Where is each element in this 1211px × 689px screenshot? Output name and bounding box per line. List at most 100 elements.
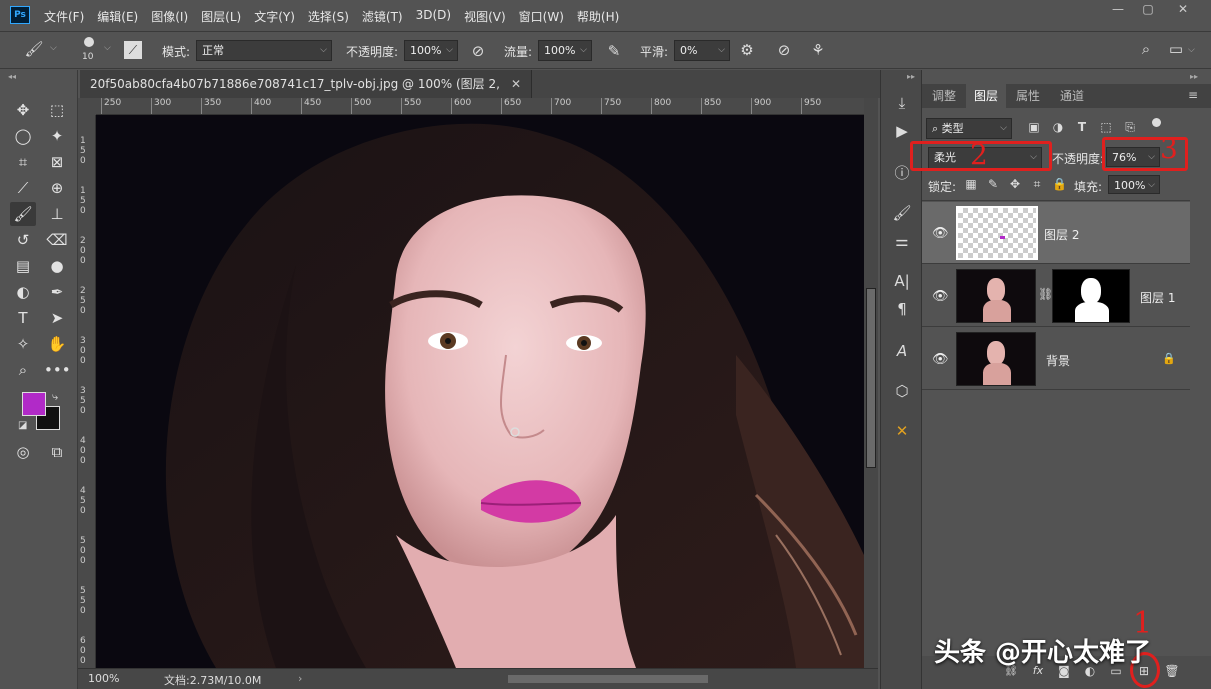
layer-row[interactable]: 👁 背景 🔒 xyxy=(922,328,1190,390)
smooth-input[interactable]: 0% ⌵ xyxy=(674,40,730,61)
layer-row[interactable]: 👁 ⛓ 图层 1 xyxy=(922,265,1190,327)
glyphs-panel-icon[interactable]: A xyxy=(891,342,913,360)
menu-layer[interactable]: 图层(L) xyxy=(201,8,241,25)
blur-tool-icon[interactable]: ● xyxy=(44,254,70,278)
actions-panel-icon[interactable]: ▶ xyxy=(891,122,913,140)
adjustments-sliders-icon[interactable]: ⚌ xyxy=(891,232,913,250)
screen-mode-icon[interactable]: ⧉ xyxy=(44,440,70,464)
horizontal-scroll-thumb[interactable] xyxy=(508,675,708,683)
pressure-opacity-icon[interactable]: ⊘ xyxy=(468,42,488,60)
menu-select[interactable]: 选择(S) xyxy=(308,8,349,25)
vertical-scrollbar[interactable] xyxy=(864,98,878,668)
menu-file[interactable]: 文件(F) xyxy=(44,8,84,25)
character-panel-icon[interactable]: A| xyxy=(891,272,913,290)
lasso-tool-icon[interactable]: ◯ xyxy=(10,124,36,148)
default-colors-icon[interactable]: ◪ xyxy=(18,420,27,431)
filter-smart-object-icon[interactable]: ⎘ xyxy=(1122,120,1138,135)
layer-name[interactable]: 图层 2 xyxy=(1044,226,1079,243)
zoom-tool-icon[interactable]: ⌕ xyxy=(10,358,36,382)
type-tool-icon[interactable]: T xyxy=(10,306,36,330)
maximize-icon[interactable]: ▢ xyxy=(1133,2,1163,20)
fill-input[interactable]: 100% ⌵ xyxy=(1108,175,1160,194)
flow-input[interactable]: 100% ⌵ xyxy=(538,40,592,61)
trash-icon[interactable]: 🗑 xyxy=(1164,664,1180,678)
hand-tool-icon[interactable]: ✋ xyxy=(44,332,70,356)
opacity-input[interactable]: 100% ⌵ xyxy=(404,40,458,61)
chevron-down-icon[interactable]: ⌵ xyxy=(50,43,57,53)
tab-layers[interactable]: 图层 xyxy=(966,84,1006,108)
brush-settings-icon[interactable]: ⟋ xyxy=(124,41,142,59)
tab-adjustments[interactable]: 调整 xyxy=(922,84,966,108)
menu-view[interactable]: 视图(V) xyxy=(464,8,506,25)
move-tool-icon[interactable]: ✥ xyxy=(10,98,36,122)
marquee-tool-icon[interactable]: ⬚ xyxy=(44,98,70,122)
airbrush-icon[interactable]: ✎ xyxy=(604,42,624,60)
link-icon[interactable]: ⛓ xyxy=(1038,287,1053,301)
panel-menu-icon[interactable]: ≡ xyxy=(1188,88,1198,102)
healing-brush-icon[interactable]: ⊕ xyxy=(44,176,70,200)
gear-icon[interactable]: ⚙ xyxy=(737,41,757,59)
scroll-thumb[interactable] xyxy=(866,288,876,468)
chevron-down-icon[interactable]: ⌵ xyxy=(1188,45,1195,55)
menu-help[interactable]: 帮助(H) xyxy=(577,8,619,25)
brush-settings-panel-icon[interactable]: 🖌 xyxy=(891,204,913,222)
mode-select[interactable]: 正常 ⌵ xyxy=(196,40,332,61)
eye-icon[interactable]: 👁 xyxy=(932,226,949,241)
layer-row[interactable]: 👁 图层 2 xyxy=(922,202,1190,264)
frame-tool-icon[interactable]: ⊠ xyxy=(44,150,70,174)
layer-mask-thumbnail[interactable] xyxy=(1052,269,1130,323)
path-select-icon[interactable]: ➤ xyxy=(44,306,70,330)
filter-shape-icon[interactable]: ⬚ xyxy=(1098,120,1114,134)
magic-wand-icon[interactable]: ✦ xyxy=(44,124,70,148)
lock-artboard-icon[interactable]: ⌗ xyxy=(1030,177,1044,192)
eyedropper-icon[interactable]: ⟋ xyxy=(10,176,36,200)
menu-image[interactable]: 图像(I) xyxy=(151,8,188,25)
lock-all-icon[interactable]: 🔒 xyxy=(1052,177,1067,191)
pen-tool-icon[interactable]: ✒ xyxy=(44,280,70,304)
stamp-tool-icon[interactable]: ⊥ xyxy=(44,202,70,226)
quick-mask-icon[interactable]: ◎ xyxy=(10,440,36,464)
pressure-size-icon[interactable]: ⊘ xyxy=(774,41,794,59)
close-icon[interactable]: ✕ xyxy=(1168,2,1198,20)
crop-tool-icon[interactable]: ⌗ xyxy=(10,150,36,174)
brush-tip-icon[interactable] xyxy=(84,37,94,47)
layer-filter-select[interactable]: ⌕ 类型 ⌵ xyxy=(926,118,1012,139)
tab-channels[interactable]: 通道 xyxy=(1050,84,1094,108)
eye-icon[interactable]: 👁 xyxy=(932,352,949,367)
collapse-icon[interactable]: ▸▸ xyxy=(1190,72,1198,81)
foreground-color-swatch[interactable] xyxy=(22,392,46,416)
gradient-tool-icon[interactable]: ▤ xyxy=(10,254,36,278)
menu-3d[interactable]: 3D(D) xyxy=(416,8,451,25)
filter-pixel-icon[interactable]: ▣ xyxy=(1026,120,1042,134)
search-icon[interactable]: ⌕ xyxy=(1136,40,1156,58)
filter-toggle-icon[interactable] xyxy=(1152,118,1161,127)
eye-icon[interactable]: 👁 xyxy=(932,289,949,304)
layer-name[interactable]: 图层 1 xyxy=(1140,289,1175,306)
workspace-icon[interactable]: ▭ xyxy=(1166,40,1186,58)
status-menu-icon[interactable]: › xyxy=(298,672,302,685)
dodge-tool-icon[interactable]: ◐ xyxy=(10,280,36,304)
menu-type[interactable]: 文字(Y) xyxy=(254,8,295,25)
paragraph-panel-icon[interactable]: ¶ xyxy=(891,300,913,318)
layer-name[interactable]: 背景 xyxy=(1046,352,1070,369)
custom-shape-icon[interactable]: ✧ xyxy=(10,332,36,356)
filter-type-icon[interactable]: T xyxy=(1074,120,1090,134)
chevron-down-icon[interactable]: ⌵ xyxy=(104,43,111,53)
menu-filter[interactable]: 滤镜(T) xyxy=(362,8,403,25)
minimize-icon[interactable]: — xyxy=(1103,2,1133,20)
zoom-level[interactable]: 100% xyxy=(88,672,119,685)
collapse-icon[interactable]: ◂◂ xyxy=(8,72,16,81)
brush-tool-icon[interactable]: 🖌 xyxy=(10,202,36,226)
close-tab-icon[interactable]: ✕ xyxy=(511,70,521,98)
brush-tool-preset-icon[interactable]: 🖌 xyxy=(24,40,44,58)
lock-pixels-icon[interactable]: ✎ xyxy=(986,177,1000,191)
swap-colors-icon[interactable]: ⤷ xyxy=(52,390,58,404)
tab-properties[interactable]: 属性 xyxy=(1006,84,1050,108)
menu-edit[interactable]: 编辑(E) xyxy=(97,8,138,25)
3d-panel-icon[interactable]: ⬡ xyxy=(891,382,913,400)
history-panel-icon[interactable]: ⤓ xyxy=(891,94,913,112)
lock-position-icon[interactable]: ✥ xyxy=(1008,177,1022,191)
document-tab[interactable]: 20f50ab80cfa4b07b71886e708741c17_tplv-ob… xyxy=(80,70,532,119)
filter-adjustment-icon[interactable]: ◑ xyxy=(1050,120,1066,134)
eraser-icon[interactable]: ⌫ xyxy=(44,228,70,252)
